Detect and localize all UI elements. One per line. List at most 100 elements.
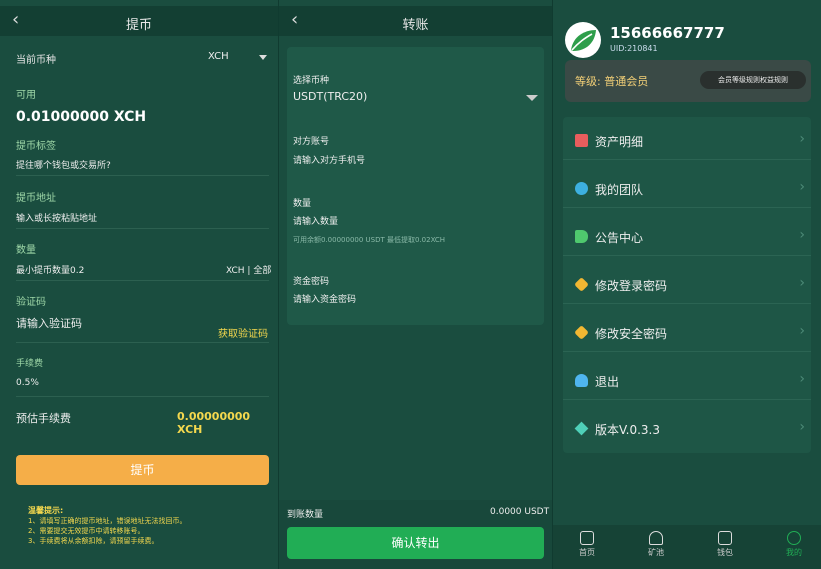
chevron-right-icon: ›	[799, 131, 805, 147]
amount-hint: 可用余额0.00000000 USDT 最低提取0.02XCH	[293, 236, 446, 244]
chevron-right-icon: ›	[799, 179, 805, 195]
divider	[563, 303, 811, 304]
fee-label: 手续费	[16, 359, 44, 369]
currency-label: 当前币种	[16, 55, 56, 66]
confirm-transfer-button[interactable]: 确认转出	[287, 527, 544, 559]
transfer-form-card: 选择币种 USDT(TRC20) 对方账号 请输入对方手机号 数量 请输入数量 …	[287, 47, 544, 325]
shield-icon	[574, 325, 589, 340]
level-rules-button[interactable]: 会员等级规则权益规则	[700, 71, 806, 89]
tip-2: 2、需要提交无效提币中请转移账号。	[28, 527, 145, 535]
available-label: 可用	[16, 90, 36, 101]
password-label: 资金密码	[293, 277, 330, 287]
account-label: 对方账号	[293, 137, 330, 147]
withdraw-header: ‹ 提币	[0, 6, 278, 36]
nav-home[interactable]: 首页	[567, 531, 607, 558]
menu-item-label: 修改登录密码	[595, 279, 668, 293]
nav-mining[interactable]: 矿池	[636, 531, 676, 558]
leaf-logo-icon	[571, 30, 596, 51]
menu-item-label: 退出	[595, 375, 620, 389]
user-phone: 15666667777	[610, 24, 725, 42]
tag-label: 提币标签	[16, 141, 56, 152]
chevron-right-icon: ›	[799, 275, 805, 291]
divider	[16, 228, 269, 229]
menu-item-label: 修改安全密码	[595, 327, 668, 341]
menu-item-label: 版本V.0.3.3	[595, 423, 661, 437]
team-icon	[575, 182, 588, 195]
transfer-panel: ‹ 转账 选择币种 USDT(TRC20) 对方账号 请输入对方手机号 数量 请…	[279, 0, 552, 569]
nav-label: 我的	[786, 548, 802, 557]
account-input[interactable]: 请输入对方手机号	[293, 153, 365, 166]
password-input[interactable]: 请输入资金密码	[293, 292, 356, 305]
currency-select[interactable]: XCH	[208, 51, 229, 62]
tag-input[interactable]: 提往哪个钱包或交易所?	[16, 158, 111, 171]
nav-label: 首页	[579, 548, 595, 557]
currency-label: 选择币种	[293, 76, 330, 86]
divider	[16, 396, 269, 397]
est-fee-value: 0.00000000 XCH	[177, 410, 251, 436]
page-title: 提币	[125, 18, 152, 33]
clipboard-icon	[575, 134, 588, 147]
home-icon	[580, 531, 594, 545]
level-label: 等级: 普通会员	[575, 75, 649, 88]
amount-label: 数量	[293, 199, 312, 209]
divider	[563, 351, 811, 352]
divider	[563, 255, 811, 256]
level-rules-label: 会员等级规则权益规则	[718, 76, 788, 84]
chevron-right-icon: ›	[799, 371, 805, 387]
wallet-icon	[718, 531, 732, 545]
menu-item-announcements[interactable]: 公告中心 ›	[563, 216, 811, 256]
nav-wallet[interactable]: 钱包	[705, 531, 745, 558]
megaphone-icon	[575, 230, 588, 243]
tips-title: 温馨提示:	[28, 506, 64, 515]
divider	[16, 175, 269, 176]
menu-item-assets[interactable]: 资产明细 ›	[563, 120, 811, 160]
amount-label: 数量	[16, 245, 36, 256]
menu-item-logout[interactable]: 退出 ›	[563, 360, 811, 400]
get-code-button[interactable]: 获取验证码	[218, 325, 268, 340]
max-amount-link[interactable]: XCH | 全部	[226, 263, 271, 276]
received-value: 0.0000 USDT	[490, 507, 550, 517]
amount-input[interactable]: 请输入数量	[293, 214, 338, 227]
profile-panel: 15666667777 UID:210841 等级: 普通会员 会员等级规则权益…	[553, 0, 821, 569]
chevron-down-icon[interactable]	[259, 55, 267, 60]
chevron-right-icon: ›	[799, 323, 805, 339]
menu-item-version[interactable]: 版本V.0.3.3 ›	[563, 408, 811, 448]
address-input[interactable]: 输入或长按粘贴地址	[16, 211, 97, 224]
available-balance: 0.01000000 XCH	[16, 109, 147, 125]
divider	[563, 399, 811, 400]
menu-item-label: 资产明细	[595, 135, 644, 149]
currency-select[interactable]: USDT(TRC20)	[293, 90, 367, 103]
nav-profile[interactable]: 我的	[774, 531, 814, 558]
chevron-down-icon[interactable]	[526, 95, 538, 101]
profile-icon	[787, 531, 801, 545]
menu-item-team[interactable]: 我的团队 ›	[563, 168, 811, 208]
code-input[interactable]: 请输入验证码	[16, 315, 82, 331]
withdraw-panel: ‹ 提币 当前币种 XCH 可用 0.01000000 XCH 提币标签 提往哪…	[0, 0, 278, 569]
menu-item-label: 我的团队	[595, 183, 644, 197]
amount-input[interactable]: 最小提币数量0.2	[16, 263, 84, 276]
received-label: 到账数量	[287, 510, 324, 520]
chevron-right-icon: ›	[799, 227, 805, 243]
diamond-icon	[574, 421, 589, 436]
transfer-header: ‹ 转账	[279, 6, 552, 36]
tip-1: 1、请填写正确的提币地址，错误地址无法找回币。	[28, 517, 187, 525]
chevron-right-icon: ›	[799, 419, 805, 435]
divider	[16, 280, 269, 281]
submit-label: 提币	[130, 463, 155, 477]
menu-item-login-password[interactable]: 修改登录密码 ›	[563, 264, 811, 304]
mining-icon	[649, 531, 663, 545]
divider	[563, 159, 811, 160]
est-fee-label: 预估手续费	[16, 412, 71, 425]
level-bar: 等级: 普通会员 会员等级规则权益规则	[565, 60, 811, 102]
submit-withdraw-button[interactable]: 提币	[16, 455, 269, 485]
divider	[563, 207, 811, 208]
menu-item-label: 公告中心	[595, 231, 644, 245]
page-title: 转账	[402, 18, 429, 33]
confirm-label: 确认转出	[391, 536, 440, 550]
avatar[interactable]	[565, 22, 601, 58]
nav-label: 矿池	[648, 548, 664, 557]
menu-item-security-password[interactable]: 修改安全密码 ›	[563, 312, 811, 352]
fee-value: 0.5%	[16, 378, 39, 388]
user-uid: UID:210841	[610, 44, 658, 53]
code-label: 验证码	[16, 297, 46, 308]
